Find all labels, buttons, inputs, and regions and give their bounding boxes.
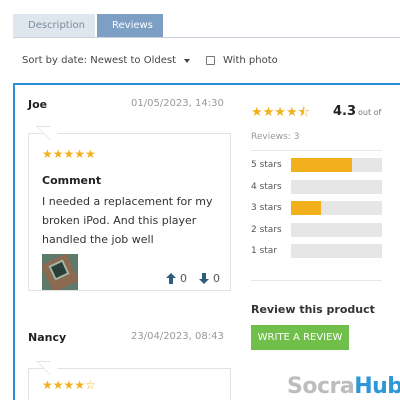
review-count: Reviews: 3 [251, 132, 300, 142]
upvote-button[interactable]: 0 [166, 272, 187, 285]
comment-title: Comment [42, 174, 102, 187]
watermark-part2: Hub [354, 374, 400, 399]
rating-bar-row[interactable]: 1 star [251, 244, 382, 258]
review-date: 23/04/2023, 08:43 [131, 331, 224, 342]
chevron-down-icon [184, 58, 190, 63]
rating-bar-label: 5 stars [251, 160, 282, 170]
arrow-up-icon [166, 273, 176, 284]
with-photo-filter[interactable]: With photo [206, 55, 278, 66]
average-rating: 4.3 [333, 104, 357, 119]
tab-reviews[interactable]: Reviews [97, 14, 163, 37]
rating-bar-row[interactable]: 4 stars [251, 180, 382, 194]
write-review-button[interactable]: WRITE A REVIEW [251, 325, 349, 350]
rating-bar-row[interactable]: 2 stars [251, 223, 382, 237]
arrow-down-icon [199, 273, 209, 284]
tab-divider [13, 37, 400, 38]
rating-bar-track [291, 223, 382, 237]
vote-controls: 0 0 [154, 272, 220, 285]
with-photo-label: With photo [223, 55, 278, 66]
average-stars: ★★★★⯪ [251, 105, 310, 120]
review-stars: ★★★★☆ [42, 378, 96, 392]
review-card: ★★★★☆ [28, 361, 231, 400]
rating-bar-row[interactable]: 3 stars [251, 201, 382, 215]
sort-dropdown[interactable]: Sort by date: Newest to Oldest [22, 55, 190, 66]
review-stars: ★★★★★ [42, 147, 96, 161]
tab-description[interactable]: Description [13, 14, 95, 37]
downvote-button[interactable]: 0 [199, 272, 220, 285]
tab-bar: Description Reviews [13, 14, 165, 37]
rating-bar-fill [291, 201, 322, 215]
rating-bar-track [291, 158, 382, 172]
watermark-logo: SocraHub [287, 374, 400, 399]
out-of-label: out of [358, 108, 382, 117]
rating-bar-fill [291, 158, 352, 172]
rating-bar-label: 1 star [251, 246, 278, 256]
review-photo-thumbnail[interactable] [42, 254, 78, 290]
review-author: Joe [28, 98, 48, 111]
comment-text: I needed a replacement for my broken iPo… [42, 195, 213, 246]
rating-bar-track [291, 201, 382, 215]
rating-bar-label: 2 stars [251, 225, 282, 235]
rating-bar-label: 4 stars [251, 182, 282, 192]
review-card: ★★★★★ Comment I needed a replacement for… [28, 126, 231, 291]
with-photo-checkbox[interactable] [206, 56, 215, 65]
rating-bar-track [291, 180, 382, 194]
rating-bar-row[interactable]: 5 stars [251, 158, 382, 172]
summary-divider [251, 150, 382, 151]
watermark-part1: Socra [287, 374, 355, 399]
sort-label: Sort by date: Newest to Oldest [22, 55, 176, 66]
review-date: 01/05/2023, 14:30 [131, 98, 224, 109]
review-product-heading: Review this product [251, 303, 375, 316]
downvote-count: 0 [213, 272, 220, 285]
summary-divider [251, 280, 382, 281]
review-author: Nancy [28, 331, 67, 344]
rating-bar-label: 3 stars [251, 203, 282, 213]
upvote-count: 0 [180, 272, 187, 285]
rating-bar-track [291, 244, 382, 258]
